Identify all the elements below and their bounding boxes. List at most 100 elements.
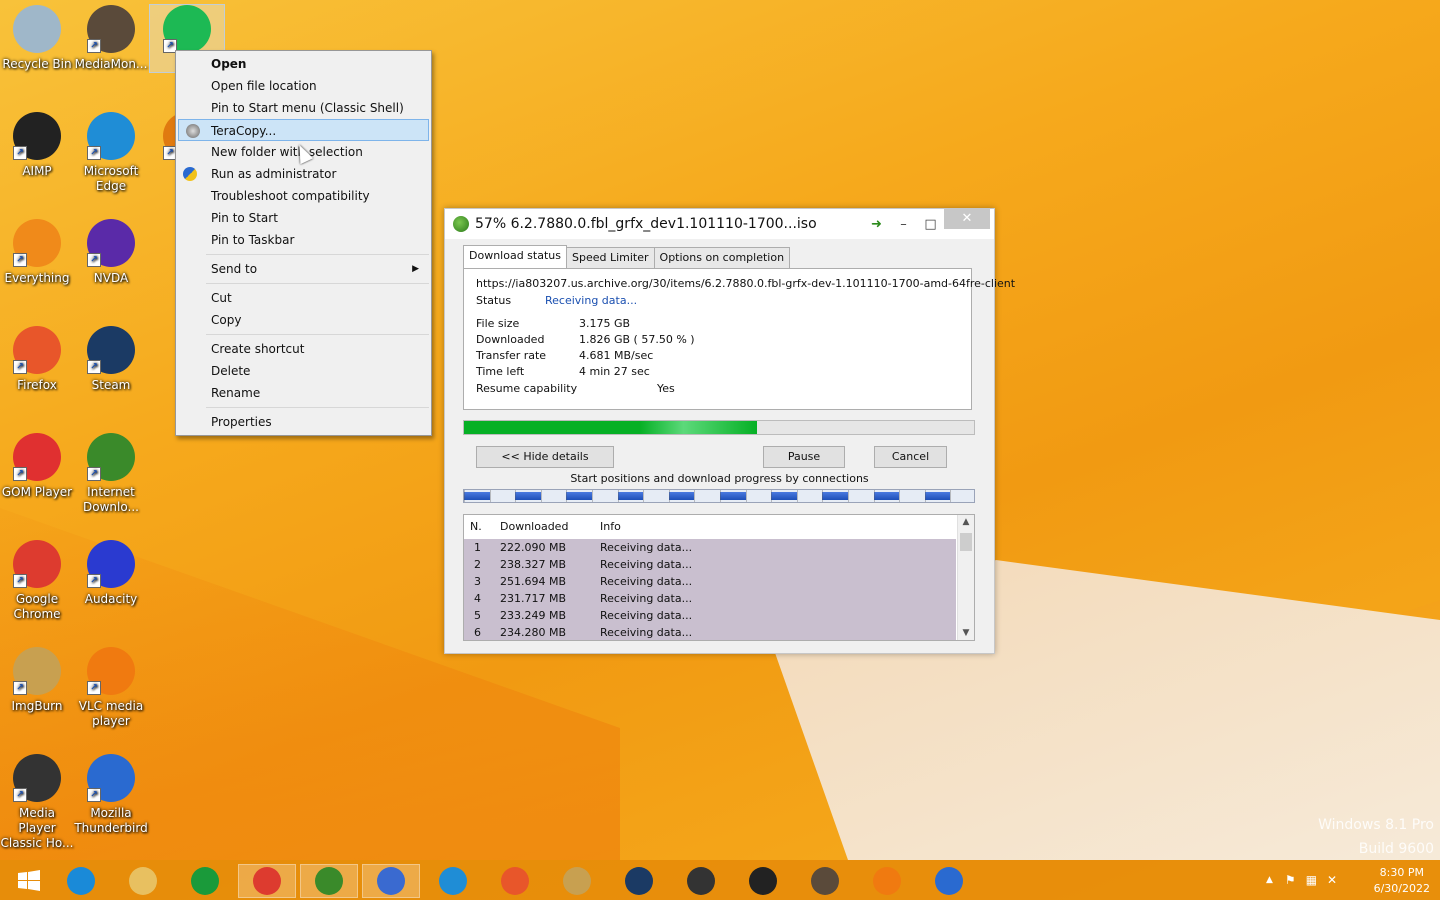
menu-item-pin-to-start-menu-classic-shell[interactable]: Pin to Start menu (Classic Shell): [176, 97, 431, 119]
table-row[interactable]: 3 251.694 MB Receiving data...: [464, 573, 956, 590]
steam-icon: ↗: [87, 326, 135, 374]
menu-item-label: Delete: [211, 364, 251, 378]
chrome-icon: ↗: [13, 540, 61, 588]
taskbar-button[interactable]: [920, 864, 978, 898]
taskbar-button[interactable]: [548, 864, 606, 898]
tab-options-on-completion[interactable]: Options on completion: [653, 247, 791, 268]
scroll-thumb[interactable]: [960, 533, 972, 551]
menu-item-label: Run as administrator: [211, 167, 337, 181]
hide-details-button[interactable]: << Hide details: [476, 446, 614, 468]
send-icon[interactable]: ➜: [863, 217, 890, 232]
desktop-icon[interactable]: ↗ NVDA: [74, 219, 148, 286]
menu-item-pin-to-start[interactable]: Pin to Start: [176, 207, 431, 229]
menu-item-pin-to-taskbar[interactable]: Pin to Taskbar: [176, 229, 431, 251]
menu-item-open-file-location[interactable]: Open file location: [176, 75, 431, 97]
desktop-icon[interactable]: ↗ VLC media player: [74, 647, 148, 729]
desktop-icon[interactable]: ↗ Microsoft Edge: [74, 112, 148, 194]
resume-value: Yes: [657, 382, 675, 395]
menu-item-troubleshoot-compatibility[interactable]: Troubleshoot compatibility: [176, 185, 431, 207]
table-row[interactable]: 6 234.280 MB Receiving data...: [464, 624, 956, 640]
header-info[interactable]: Info: [600, 515, 621, 539]
menu-item-run-as-administrator[interactable]: Run as administrator: [176, 163, 431, 185]
close-button[interactable]: ✕: [944, 209, 990, 229]
table-row[interactable]: 4 231.717 MB Receiving data...: [464, 590, 956, 607]
menu-item-create-shortcut[interactable]: Create shortcut: [176, 338, 431, 360]
network-icon[interactable]: ▦: [1306, 873, 1317, 887]
taskbar-button[interactable]: [672, 864, 730, 898]
shortcut-arrow-icon: ↗: [13, 681, 27, 695]
desktop-icon[interactable]: ↗ Media Player Classic Ho...: [0, 754, 74, 851]
table-row[interactable]: 5 233.249 MB Receiving data...: [464, 607, 956, 624]
connection-start-marker: [694, 490, 696, 502]
taskbar-button[interactable]: [362, 864, 420, 898]
header-downloaded[interactable]: Downloaded: [500, 515, 568, 539]
time-left-row: Time left 4 min 27 sec: [476, 365, 650, 378]
menu-item-rename[interactable]: Rename: [176, 382, 431, 404]
taskbar-button[interactable]: [610, 864, 668, 898]
connection-start-marker: [720, 490, 721, 502]
desktop-icon[interactable]: ↗ GOM Player: [0, 433, 74, 500]
watermark-edition: Windows 8.1 Pro: [1318, 817, 1434, 833]
taskbar-button[interactable]: [796, 864, 854, 898]
volume-muted-icon[interactable]: ✕: [1327, 873, 1337, 887]
menu-item-cut[interactable]: Cut: [176, 287, 431, 309]
desktop-icon[interactable]: ↗ AIMP: [0, 112, 74, 179]
scroll-down-icon[interactable]: ▼: [958, 628, 974, 638]
cell-info: Receiving data...: [600, 626, 693, 639]
desktop-icon[interactable]: ↗ Everything: [0, 219, 74, 286]
taskbar-button[interactable]: [52, 864, 110, 898]
title-bar[interactable]: 57% 6.2.7880.0.fbl_grfx_dev1.101110-1700…: [445, 209, 994, 239]
file-explorer-icon: [129, 867, 157, 895]
table-row[interactable]: 1 222.090 MB Receiving data...: [464, 539, 956, 556]
cancel-button[interactable]: Cancel: [874, 446, 947, 468]
clock[interactable]: 8:30 PM 6/30/2022: [1374, 865, 1430, 897]
taskbar-button[interactable]: [424, 864, 482, 898]
pause-button[interactable]: Pause: [763, 446, 845, 468]
tab-speed-limiter[interactable]: Speed Limiter: [565, 247, 655, 268]
taskbar-button[interactable]: [734, 864, 792, 898]
cell-info: Receiving data...: [600, 592, 693, 605]
desktop-icon[interactable]: Recycle Bin: [0, 5, 74, 72]
downloaded-label: Downloaded: [476, 333, 545, 346]
spotify-icon: ↗: [163, 5, 211, 53]
taskbar-button[interactable]: [858, 864, 916, 898]
desktop-icon[interactable]: ↗ MediaMon...: [74, 5, 148, 72]
menu-item-delete[interactable]: Delete: [176, 360, 431, 382]
desktop-icon[interactable]: ↗ Internet Downlo...: [74, 433, 148, 515]
vlc-icon: ↗: [87, 647, 135, 695]
taskbar-button[interactable]: [0, 864, 58, 898]
desktop-icon-label: MediaMon...: [74, 57, 148, 71]
desktop-icon[interactable]: ↗ Firefox: [0, 326, 74, 393]
desktop-icon[interactable]: ↗ Steam: [74, 326, 148, 393]
cell-downloaded: 231.717 MB: [500, 592, 567, 605]
cell-downloaded: 234.280 MB: [500, 626, 567, 639]
table-row[interactable]: 2 238.327 MB Receiving data...: [464, 556, 956, 573]
menu-item-open[interactable]: Open: [176, 53, 431, 75]
flag-icon[interactable]: ⚑: [1285, 873, 1296, 887]
menu-item-copy[interactable]: Copy: [176, 309, 431, 331]
scroll-up-icon[interactable]: ▲: [958, 517, 974, 527]
mpc-hc-icon: ↗: [13, 754, 61, 802]
taskbar-button[interactable]: [114, 864, 172, 898]
taskbar-button[interactable]: [238, 864, 296, 898]
desktop-icon[interactable]: ↗ Audacity: [74, 540, 148, 607]
cell-n: 4: [474, 592, 481, 605]
tab-download-status[interactable]: Download status: [463, 245, 567, 268]
desktop-icon[interactable]: ↗ Google Chrome: [0, 540, 74, 622]
menu-item-send-to[interactable]: Send to ▶: [176, 258, 431, 280]
menu-item-properties[interactable]: Properties: [176, 411, 431, 433]
context-menu: Open Open file location Pin to Start menu …: [175, 50, 432, 436]
minimize-button[interactable]: –: [890, 217, 917, 232]
header-n[interactable]: N.: [470, 515, 482, 539]
taskbar-button[interactable]: [176, 864, 234, 898]
chevron-up-icon[interactable]: ▲: [1266, 875, 1273, 885]
connection-start-marker: [796, 490, 798, 502]
maximize-button[interactable]: □: [917, 217, 944, 232]
scrollbar[interactable]: ▲ ▼: [957, 515, 974, 640]
menu-item-teracopy[interactable]: TeraCopy...: [178, 119, 429, 141]
taskbar-button[interactable]: [486, 864, 544, 898]
connections-progress-bar: [463, 489, 975, 503]
taskbar-button[interactable]: [300, 864, 358, 898]
desktop-icon[interactable]: ↗ Mozilla Thunderbird: [74, 754, 148, 836]
desktop-icon[interactable]: ↗ ImgBurn: [0, 647, 74, 714]
